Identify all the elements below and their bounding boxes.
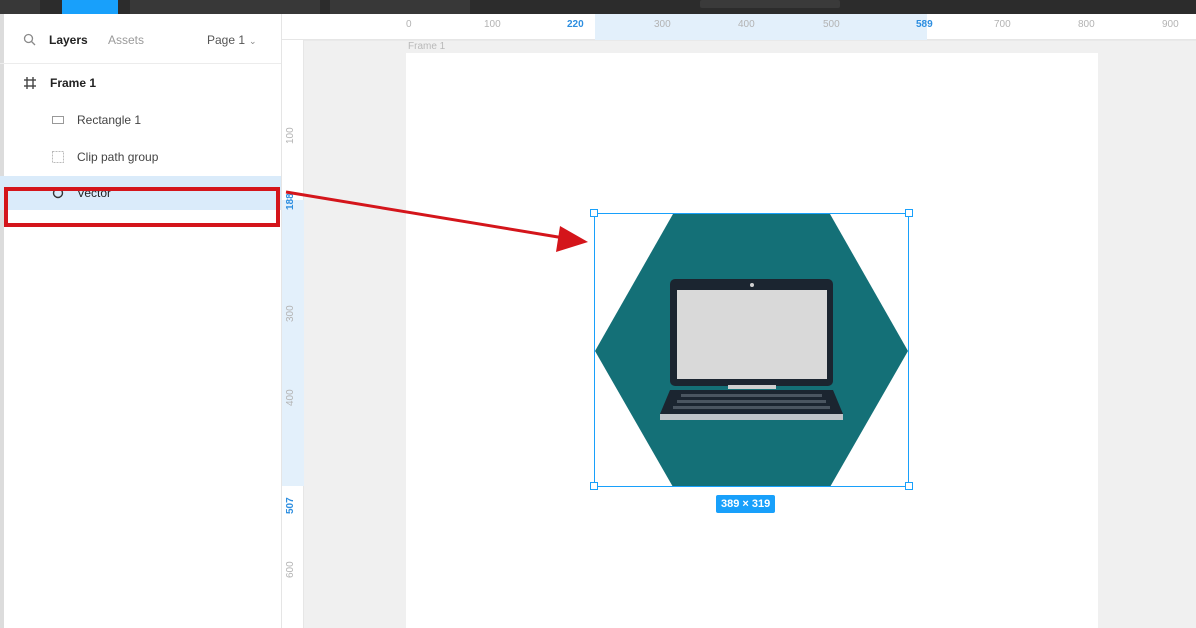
ruler-tick: 400 bbox=[285, 389, 296, 406]
tab-layers[interactable]: Layers bbox=[49, 33, 88, 47]
layer-label: Frame 1 bbox=[50, 76, 97, 90]
ruler-tick-selected: 507 bbox=[285, 497, 296, 514]
clip-group-icon bbox=[52, 151, 64, 163]
layer-item-clip-path-group[interactable]: Clip path group bbox=[0, 140, 281, 174]
tools-group-2[interactable] bbox=[330, 0, 470, 14]
rectangle-icon bbox=[52, 116, 64, 124]
search-icon[interactable] bbox=[22, 32, 38, 48]
layer-item-frame[interactable]: Frame 1 bbox=[0, 66, 281, 100]
ruler-tick: 300 bbox=[285, 305, 296, 322]
page-select-label: Page 1 bbox=[207, 33, 246, 47]
ruler-tick: 500 bbox=[823, 19, 840, 30]
tools-group[interactable] bbox=[130, 0, 320, 14]
ruler-tick: 600 bbox=[285, 561, 296, 578]
ruler-tick: 300 bbox=[654, 19, 671, 30]
layer-label: Clip path group bbox=[77, 150, 159, 164]
resize-handle-bottom-right[interactable] bbox=[905, 482, 913, 490]
ruler-tick: 0 bbox=[406, 19, 412, 30]
resize-handle-top-right[interactable] bbox=[905, 209, 913, 217]
ruler-tick-selected: 589 bbox=[916, 19, 933, 30]
chevron-down-icon: ⌄ bbox=[249, 36, 257, 46]
figma-editor: Layers Assets Page 1 ⌄ Frame 1 Rectangle … bbox=[0, 0, 1196, 628]
selection-size-badge: 389 × 319 bbox=[716, 495, 776, 513]
ruler-selection-span bbox=[282, 200, 304, 486]
ruler-tick: 800 bbox=[1078, 19, 1095, 30]
layer-item-rectangle[interactable]: Rectangle 1 bbox=[0, 103, 281, 137]
ruler-horizontal: 0 100 220 300 400 500 589 700 800 900 bbox=[282, 14, 1196, 40]
file-title[interactable] bbox=[700, 0, 840, 8]
frame-grid-icon bbox=[24, 77, 36, 89]
hexagon-laptop-graphic[interactable] bbox=[595, 214, 908, 487]
ruler-vertical: 100 188 300 400 507 600 bbox=[282, 40, 304, 628]
ruler-tick-selected: 188 bbox=[285, 193, 296, 210]
top-toolbar bbox=[0, 0, 1196, 14]
ruler-tick: 900 bbox=[1162, 19, 1179, 30]
frame-label[interactable]: Frame 1 bbox=[408, 41, 445, 52]
annotation-highlight-box bbox=[4, 187, 280, 227]
resize-handle-bottom-left[interactable] bbox=[590, 482, 598, 490]
layers-panel: Layers Assets Page 1 ⌄ Frame 1 Rectangle … bbox=[0, 14, 282, 628]
ruler-tick: 100 bbox=[285, 127, 296, 144]
ruler-tick: 400 bbox=[738, 19, 755, 30]
panel-tabs: Layers Assets Page 1 ⌄ bbox=[0, 14, 281, 64]
move-tool-button[interactable] bbox=[62, 0, 118, 14]
ruler-tick-selected: 220 bbox=[567, 19, 584, 30]
ruler-selection-span bbox=[595, 14, 927, 40]
layer-label: Rectangle 1 bbox=[77, 113, 142, 127]
tab-assets[interactable]: Assets bbox=[108, 33, 144, 47]
laptop-icon bbox=[660, 279, 843, 420]
resize-handle-top-left[interactable] bbox=[590, 209, 598, 217]
ruler-tick: 100 bbox=[484, 19, 501, 30]
menu-button[interactable] bbox=[0, 0, 40, 14]
ruler-tick: 700 bbox=[994, 19, 1011, 30]
page-select[interactable]: Page 1 ⌄ bbox=[207, 33, 257, 47]
